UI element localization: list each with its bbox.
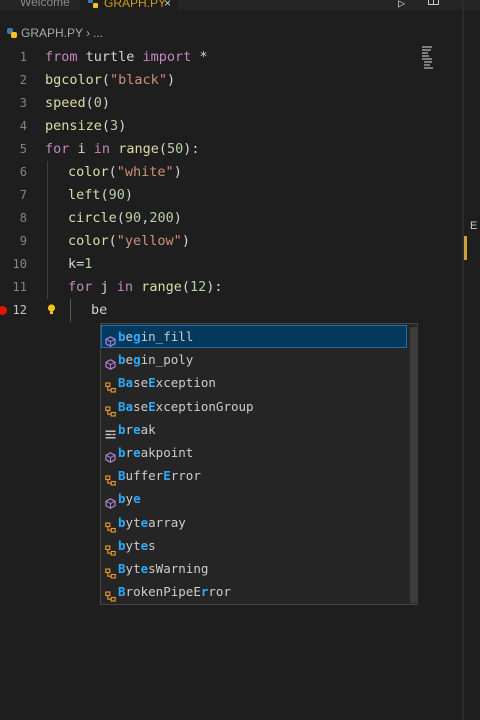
line-number: 4 bbox=[19, 119, 27, 133]
indent-guide bbox=[47, 230, 48, 253]
code-line[interactable]: 9 color("yellow") bbox=[0, 230, 460, 253]
code-text: from turtle import * bbox=[45, 49, 208, 65]
suggestion-item[interactable]: begin_fill bbox=[101, 325, 407, 348]
breadcrumb-file[interactable]: GRAPH.PY bbox=[21, 26, 83, 40]
code-text: pensize(3) bbox=[45, 118, 127, 134]
suggestion-label: break bbox=[118, 421, 156, 437]
class-icon bbox=[105, 377, 116, 393]
indent-guide bbox=[47, 207, 48, 230]
method-icon bbox=[105, 354, 116, 371]
code-line[interactable]: 7 left(90) bbox=[0, 184, 460, 207]
method-icon bbox=[105, 493, 116, 510]
line-number: 3 bbox=[19, 96, 27, 110]
code-text: bgcolor("black") bbox=[45, 72, 176, 88]
method-icon bbox=[105, 447, 116, 463]
suggestion-label: BaseException bbox=[118, 375, 216, 391]
suggestion-item[interactable]: BaseException bbox=[101, 371, 407, 394]
code-line[interactable]: 6 color("white") bbox=[0, 161, 460, 184]
breadcrumb: GRAPH.PY › ... bbox=[6, 24, 103, 42]
suggestion-item[interactable]: break bbox=[101, 418, 407, 441]
line-number: 5 bbox=[19, 142, 27, 156]
indent-guide bbox=[47, 253, 48, 276]
line-number: 10 bbox=[12, 257, 27, 271]
suggestion-item[interactable]: bye bbox=[101, 487, 407, 510]
code-text: k=1 bbox=[68, 256, 93, 272]
line-number: 6 bbox=[19, 165, 27, 179]
suggestion-label: BrokenPipeError bbox=[118, 584, 231, 600]
split-editor-icon[interactable] bbox=[428, 0, 439, 5]
suggestion-item[interactable]: BaseExceptionGroup bbox=[101, 395, 407, 418]
tab-graph-py-label: GRAPH.PY bbox=[104, 0, 167, 10]
code-line[interactable]: 5 for i in range(50): bbox=[0, 138, 460, 161]
method-icon bbox=[105, 331, 116, 347]
suggestion-label: bytes bbox=[118, 537, 156, 553]
class-icon bbox=[105, 401, 116, 417]
editor-scrollbar[interactable] bbox=[462, 0, 464, 720]
suggestion-label: begin_poly bbox=[118, 352, 194, 368]
breadcrumb-ellipsis[interactable]: ... bbox=[93, 26, 103, 40]
indent-guide bbox=[47, 161, 48, 184]
close-tab-icon[interactable]: × bbox=[164, 0, 171, 10]
indent-guide bbox=[47, 184, 48, 207]
lightbulb-icon[interactable] bbox=[47, 304, 56, 315]
code-text: speed(0) bbox=[45, 95, 111, 111]
tab-welcome-label: Welcome bbox=[20, 0, 70, 9]
tab-graph-py[interactable]: GRAPH.PY × bbox=[80, 0, 178, 10]
python-file-icon bbox=[88, 0, 98, 8]
indent-guide bbox=[47, 276, 48, 299]
tab-bar: Welcome GRAPH.PY × ▷ bbox=[0, 0, 480, 10]
code-text: for j in range(12): bbox=[68, 279, 223, 295]
keyword-icon bbox=[105, 424, 116, 439]
class-icon bbox=[105, 540, 116, 556]
suggestions-scrollbar[interactable] bbox=[410, 327, 418, 603]
code-text: color("white") bbox=[68, 164, 182, 180]
class-icon bbox=[105, 563, 116, 579]
breadcrumb-separator: › bbox=[86, 26, 91, 40]
code-text: circle(90,200) bbox=[68, 210, 182, 226]
code-text: color("yellow") bbox=[68, 233, 190, 249]
line-number: 11 bbox=[12, 280, 27, 294]
indent-guide bbox=[70, 299, 71, 322]
class-icon bbox=[105, 586, 116, 602]
code-line[interactable]: 2 bgcolor("black") bbox=[0, 69, 460, 92]
suggestion-label: bytearray bbox=[118, 514, 186, 530]
suggestion-item[interactable]: BrokenPipeError bbox=[101, 580, 407, 603]
class-icon bbox=[105, 470, 116, 486]
code-text: for i in range(50): bbox=[45, 141, 200, 157]
run-icon[interactable]: ▷ bbox=[398, 0, 405, 10]
class-icon bbox=[105, 517, 116, 533]
scrollbar-marker bbox=[464, 236, 467, 260]
code-line[interactable]: 8 circle(90,200) bbox=[0, 207, 460, 230]
line-number: 7 bbox=[19, 188, 27, 202]
suggestion-label: BufferError bbox=[118, 468, 201, 484]
code-line[interactable]: 4 pensize(3) bbox=[0, 115, 460, 138]
suggestion-item[interactable]: BytesWarning bbox=[101, 557, 407, 580]
suggestion-item[interactable]: bytearray bbox=[101, 511, 407, 534]
line-number: 2 bbox=[19, 73, 27, 87]
code-line[interactable]: 12 be bbox=[0, 299, 460, 322]
code-line[interactable]: 10 k=1 bbox=[0, 253, 460, 276]
code-text: left(90) bbox=[68, 187, 134, 203]
suggestion-label: BytesWarning bbox=[118, 561, 209, 576]
suggestion-item[interactable]: begin_poly bbox=[101, 348, 407, 371]
line-number: 1 bbox=[19, 50, 27, 64]
side-panel-letter: E bbox=[470, 220, 478, 232]
code-line[interactable]: 3 speed(0) bbox=[0, 92, 460, 115]
tab-welcome[interactable]: Welcome bbox=[0, 0, 80, 10]
suggestion-item[interactable]: bytes bbox=[101, 534, 407, 557]
suggestion-label: begin_fill bbox=[118, 329, 194, 344]
suggestion-item[interactable]: BufferError bbox=[101, 464, 407, 487]
code-line[interactable]: 11 for j in range(12): bbox=[0, 276, 460, 299]
autocomplete-suggestions[interactable]: begin_fill begin_poly BaseException BaseExc… bbox=[100, 323, 418, 605]
suggestion-label: breakpoint bbox=[118, 445, 194, 460]
line-number: 9 bbox=[19, 234, 27, 248]
suggestion-item[interactable]: breakpoint bbox=[101, 441, 407, 464]
code-line[interactable]: 1 from turtle import * bbox=[0, 46, 460, 69]
suggestion-label: BaseExceptionGroup bbox=[118, 398, 254, 414]
python-file-icon bbox=[7, 28, 17, 38]
code-text: be bbox=[91, 302, 108, 318]
suggestion-label: bye bbox=[118, 491, 141, 507]
line-number: 8 bbox=[19, 211, 27, 225]
